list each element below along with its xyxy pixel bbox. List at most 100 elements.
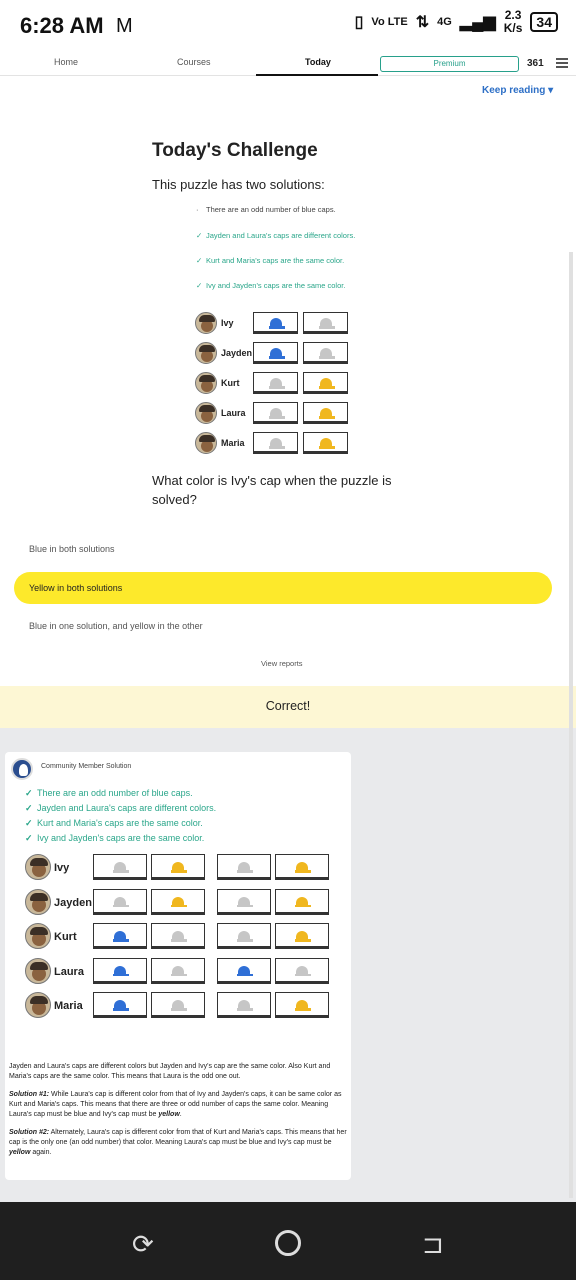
solution-cap-box [151,923,205,949]
yellow-cap-icon [171,896,187,908]
cap-option[interactable] [303,402,348,424]
gmail-icon: M [116,15,133,37]
data-arrows-icon: ⇅ [415,14,430,31]
home-icon[interactable] [275,1230,301,1256]
yellow-cap-icon [295,931,311,942]
solution-1-paragraph: Solution #1: While Laura's cap is differ… [9,1091,342,1118]
solution-cap-box [93,888,147,915]
back-icon[interactable]: ⊐ [422,1229,444,1260]
yellow-cap-icon [295,896,311,908]
solution-cap-box [217,854,271,880]
person-name: Maria [221,438,245,448]
clue-item: · There are an odd number of blue caps. [196,205,336,214]
solution-cap-box [151,992,205,1018]
solution-author: Community Member Solution [41,763,132,770]
person-avatar [195,342,217,364]
solution-cap-box [217,888,271,915]
cap-option[interactable] [303,432,348,454]
check-icon: ✓ [25,833,33,843]
solution-cap-box [151,888,205,915]
tab-today[interactable]: Today [305,57,331,67]
active-tab-indicator [256,74,378,76]
page-title: Today's Challenge [152,140,318,161]
answer-option[interactable]: Blue in one solution, and yellow in the … [14,610,552,642]
blue-cap-icon [113,1000,129,1011]
clue-item: ✓ Ivy and Jayden's caps are the same colo… [196,281,346,290]
cap-option[interactable] [303,372,348,394]
person-name: Ivy [54,862,70,874]
scrollbar[interactable] [569,252,573,1198]
explanation-paragraph: Jayden and Laura's caps are different co… [9,1063,331,1080]
solution-cap-box [275,957,329,984]
yellow-cap-icon [319,408,335,419]
battery-icon: 34 [530,12,558,32]
streak-count[interactable]: 361 [527,58,544,69]
blue-cap-icon [237,965,253,977]
grey-cap-icon [269,408,285,419]
person-name: Laura [221,408,246,418]
solution-cap-box [93,957,147,984]
grey-cap-icon [319,348,335,359]
challenge-header: Today's Challenge [152,140,412,162]
grey-cap-icon [113,896,129,908]
blue-cap-icon [269,348,285,359]
person-avatar [25,957,51,984]
person-avatar [195,432,217,454]
network-type: 4G [437,16,452,28]
grey-cap-icon [269,378,285,389]
solution-2-paragraph: Solution #2: Alternately, Laura's cap is… [9,1129,347,1156]
view-reports-link[interactable]: View reports [261,659,303,668]
person-avatar [25,923,51,949]
solution-cap-box [151,854,205,880]
premium-button[interactable]: Premium [380,56,519,72]
solution-cap-box [93,992,147,1018]
cap-option[interactable] [253,372,298,394]
yellow-cap-icon [319,438,335,449]
community-avatar [11,758,33,780]
hamburger-menu-icon[interactable] [556,58,568,70]
cap-option[interactable] [253,312,298,334]
solution-cap-box [275,854,329,880]
result-banner: Correct! [0,686,576,728]
grey-cap-icon [237,931,253,942]
solution-clue: ✓ There are an odd number of blue caps. [25,788,193,798]
person-name: Kurt [221,378,240,388]
grey-cap-icon [319,318,335,329]
volte-label: Vo LTE [371,16,408,28]
grey-cap-icon [269,438,285,449]
person-name: Kurt [54,931,77,943]
answer-option-selected[interactable]: Yellow in both solutions [14,572,552,604]
person-name: Laura [54,965,84,978]
blue-cap-icon [113,931,129,942]
answer-option[interactable]: Blue in both solutions [14,533,552,565]
clue-item: ✓ Jayden and Laura's caps are different c… [196,231,356,240]
cap-option[interactable] [253,402,298,424]
check-icon: ✓ [25,818,33,828]
person-avatar [195,312,217,334]
cap-option[interactable] [253,432,298,454]
solution-cap-box [275,888,329,915]
cap-option[interactable] [303,342,348,364]
signal-icon: ▂▄▆ [459,14,496,31]
cap-option[interactable] [253,342,298,364]
grey-cap-icon [171,965,187,977]
person-avatar [25,854,51,880]
tab-courses[interactable]: Courses [177,57,211,67]
person-avatar [195,372,217,394]
person-avatar [195,402,217,424]
cap-option[interactable] [303,312,348,334]
status-bar: 6:28 AM M ▯ Vo LTE ⇅ 4G ▂▄▆ 2.3 K/s 34 [0,0,576,52]
person-name: Jayden [221,348,253,358]
grey-cap-icon [237,1000,253,1011]
clue-item: ✓ Kurt and Maria's caps are the same colo… [196,256,345,265]
yellow-cap-icon [295,862,311,873]
tab-home[interactable]: Home [54,57,78,67]
solution-cap-box [151,957,205,984]
solution-cap-box [217,957,271,984]
keep-reading-link[interactable]: Keep reading ▾ [482,85,553,96]
grey-cap-icon [113,862,129,873]
person-name: Jayden [54,896,92,909]
person-name: Ivy [221,318,234,328]
grey-cap-icon [295,965,311,977]
recent-apps-icon[interactable]: ⟳ [132,1229,154,1260]
